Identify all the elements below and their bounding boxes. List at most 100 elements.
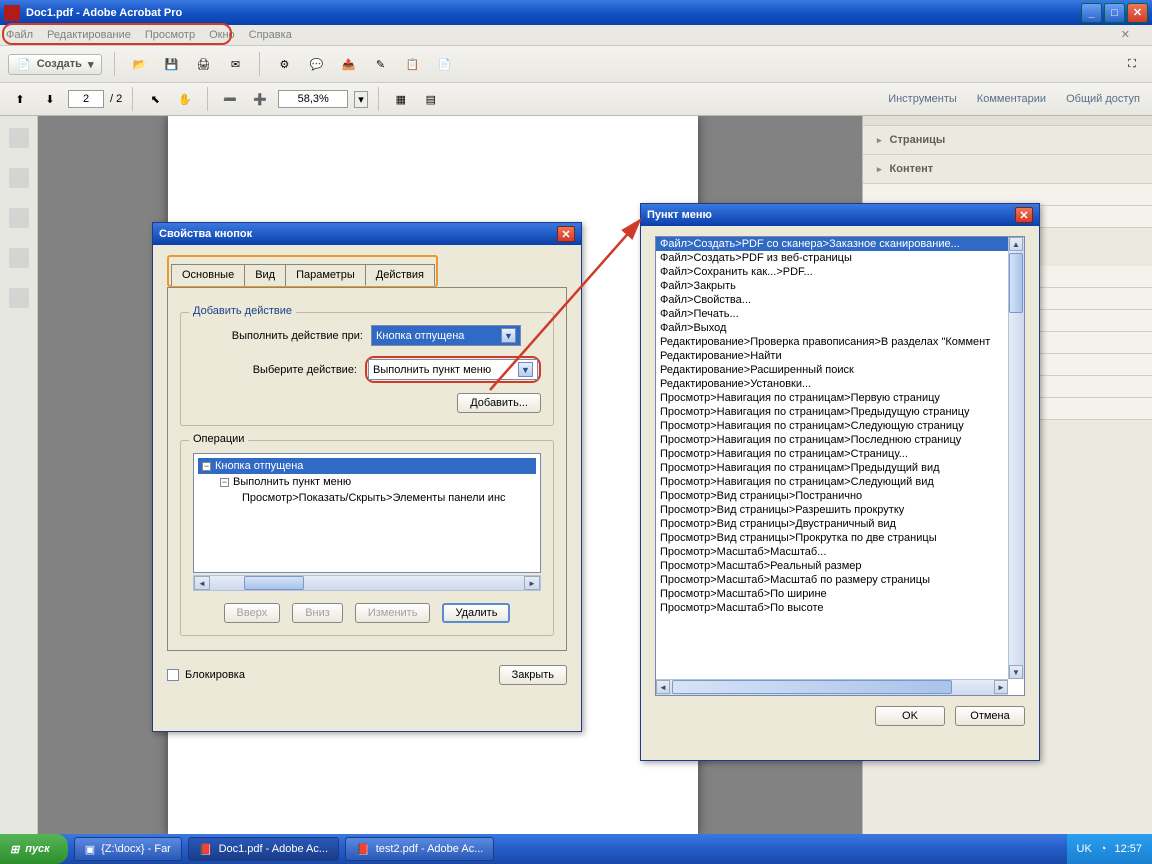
comments-link[interactable]: Комментарии xyxy=(977,93,1046,105)
maximize-button[interactable]: □ xyxy=(1104,3,1125,23)
list-item[interactable]: Файл>Создать>PDF со сканера>Заказное ска… xyxy=(656,237,1024,251)
up-button[interactable]: Вверх xyxy=(224,603,281,623)
tree-item[interactable]: −Кнопка отпущена xyxy=(198,458,536,474)
comment-icon[interactable]: 💬 xyxy=(304,52,328,76)
list-item[interactable]: Просмотр>Масштаб>По высоте xyxy=(656,601,1024,615)
list-item[interactable]: Редактирование>Установки... xyxy=(656,377,1024,391)
zoom-out-icon[interactable]: ➖ xyxy=(218,87,242,111)
page-down-icon[interactable]: ⬇ xyxy=(38,87,62,111)
scroll-thumb[interactable] xyxy=(244,576,304,590)
bookmarks-icon[interactable] xyxy=(9,168,29,188)
lock-checkbox[interactable] xyxy=(167,669,179,681)
expand-icon[interactable]: ⛶ xyxy=(1120,52,1144,76)
zoom-input[interactable]: 58,3% xyxy=(278,90,348,108)
close-button[interactable]: ✕ xyxy=(1127,3,1148,23)
list-item[interactable]: Редактирование>Расширенный поиск xyxy=(656,363,1024,377)
create-button[interactable]: 📄 Создать ▾ xyxy=(8,54,102,75)
menu-help[interactable]: Справка xyxy=(249,29,292,41)
menu-view[interactable]: Просмотр xyxy=(145,29,195,41)
tab-main[interactable]: Основные xyxy=(171,264,245,286)
h-scrollbar[interactable]: ◄ ► xyxy=(656,679,1008,695)
scroll-down-icon[interactable]: ▼ xyxy=(1009,665,1023,679)
dialog-title[interactable]: Пункт меню ✕ xyxy=(641,204,1039,226)
tree-item[interactable]: −Выполнить пункт меню xyxy=(198,474,536,490)
lang-indicator[interactable]: UK xyxy=(1077,843,1092,855)
scroll-up-icon[interactable]: ▲ xyxy=(1009,237,1023,251)
menu-edit[interactable]: Редактирование xyxy=(47,29,131,41)
system-tray[interactable]: UK ◔ 12:57 xyxy=(1067,834,1152,864)
fit-width-icon[interactable]: ▤ xyxy=(419,87,443,111)
scroll-right-icon[interactable]: ► xyxy=(994,680,1008,694)
v-scrollbar[interactable]: ▲ ▼ xyxy=(1008,237,1024,679)
panel-pages[interactable]: Страницы xyxy=(863,126,1152,155)
delete-button[interactable]: Удалить xyxy=(442,603,510,623)
list-item[interactable]: Редактирование>Найти xyxy=(656,349,1024,363)
taskbar-item[interactable]: 📕Doc1.pdf - Adobe Ac... xyxy=(188,837,339,861)
layers-icon[interactable] xyxy=(9,248,29,268)
list-item[interactable]: Файл>Печать... xyxy=(656,307,1024,321)
sign-icon[interactable]: ✎ xyxy=(368,52,392,76)
list-item[interactable]: Файл>Создать>PDF из веб-страницы xyxy=(656,251,1024,265)
gear-icon[interactable]: ⚙ xyxy=(272,52,296,76)
scroll-right-icon[interactable]: ► xyxy=(524,576,540,590)
share-icon[interactable]: 📤 xyxy=(336,52,360,76)
stamp-icon[interactable]: 📋 xyxy=(400,52,424,76)
cancel-button[interactable]: Отмена xyxy=(955,706,1025,726)
trigger-combo[interactable]: Кнопка отпущена ▼ xyxy=(371,325,521,346)
scroll-thumb[interactable] xyxy=(1009,253,1023,313)
tree-item[interactable]: Просмотр>Показать/Скрыть>Элементы панели… xyxy=(198,490,536,506)
list-item[interactable]: Просмотр>Навигация по страницам>Последню… xyxy=(656,433,1024,447)
list-item[interactable]: Файл>Выход xyxy=(656,321,1024,335)
scroll-left-icon[interactable]: ◄ xyxy=(656,680,670,694)
page-input[interactable]: 2 xyxy=(68,90,104,108)
h-scrollbar[interactable]: ◄ ► xyxy=(193,575,541,591)
taskbar-item[interactable]: 📕test2.pdf - Adobe Ac... xyxy=(345,837,494,861)
doc-close-icon[interactable]: ✕ xyxy=(1121,28,1130,41)
page-up-icon[interactable]: ⬆ xyxy=(8,87,32,111)
save-icon[interactable]: 💾 xyxy=(159,52,183,76)
select-icon[interactable]: ⬉ xyxy=(143,87,167,111)
attachments-icon[interactable] xyxy=(9,208,29,228)
panel-content[interactable]: Контент xyxy=(863,155,1152,184)
tray-icon[interactable]: ◔ xyxy=(1100,843,1107,855)
list-item[interactable]: Файл>Закрыть xyxy=(656,279,1024,293)
list-item[interactable]: Просмотр>Навигация по страницам>Страницу… xyxy=(656,447,1024,461)
dialog-title[interactable]: Свойства кнопок ✕ xyxy=(153,223,581,245)
ok-button[interactable]: OK xyxy=(875,706,945,726)
list-item[interactable]: Просмотр>Вид страницы>Постранично xyxy=(656,489,1024,503)
mail-icon[interactable]: ✉ xyxy=(223,52,247,76)
zoom-in-icon[interactable]: ➕ xyxy=(248,87,272,111)
signatures-icon[interactable] xyxy=(9,288,29,308)
actions-tree[interactable]: −Кнопка отпущена −Выполнить пункт меню П… xyxy=(193,453,541,573)
tools-link[interactable]: Инструменты xyxy=(888,93,957,105)
list-item[interactable]: Просмотр>Навигация по страницам>Первую с… xyxy=(656,391,1024,405)
tab-view[interactable]: Вид xyxy=(244,264,286,286)
list-item[interactable]: Просмотр>Масштаб>Реальный размер xyxy=(656,559,1024,573)
list-item[interactable]: Просмотр>Масштаб>По ширине xyxy=(656,587,1024,601)
close-icon[interactable]: ✕ xyxy=(1015,207,1033,223)
action-combo[interactable]: Выполнить пункт меню ▼ xyxy=(368,359,538,380)
hand-icon[interactable]: ✋ xyxy=(173,87,197,111)
list-item[interactable]: Просмотр>Вид страницы>Разрешить прокрутк… xyxy=(656,503,1024,517)
menu-file[interactable]: Файл xyxy=(6,29,33,41)
list-item[interactable]: Просмотр>Навигация по страницам>Следующи… xyxy=(656,475,1024,489)
close-button[interactable]: Закрыть xyxy=(499,665,567,685)
print-icon[interactable]: 🖨 xyxy=(191,52,215,76)
minimize-button[interactable]: _ xyxy=(1081,3,1102,23)
close-icon[interactable]: ✕ xyxy=(557,226,575,242)
edit-button[interactable]: Изменить xyxy=(355,603,431,623)
add-button[interactable]: Добавить... xyxy=(457,393,541,413)
list-item[interactable]: Просмотр>Навигация по страницам>Предыдущ… xyxy=(656,405,1024,419)
scroll-left-icon[interactable]: ◄ xyxy=(194,576,210,590)
export-icon[interactable]: 📄 xyxy=(432,52,456,76)
menu-window[interactable]: Окно xyxy=(209,29,235,41)
open-icon[interactable]: 📂 xyxy=(127,52,151,76)
list-item[interactable]: Файл>Сохранить как...>PDF... xyxy=(656,265,1024,279)
down-button[interactable]: Вниз xyxy=(292,603,343,623)
chevron-down-icon[interactable]: ▾ xyxy=(354,91,368,108)
list-item[interactable]: Просмотр>Навигация по страницам>Предыдущ… xyxy=(656,461,1024,475)
share-link[interactable]: Общий доступ xyxy=(1066,93,1140,105)
fit-page-icon[interactable]: ▦ xyxy=(389,87,413,111)
list-item[interactable]: Редактирование>Проверка правописания>В р… xyxy=(656,335,1024,349)
menu-list[interactable]: Файл>Создать>PDF со сканера>Заказное ска… xyxy=(655,236,1025,696)
